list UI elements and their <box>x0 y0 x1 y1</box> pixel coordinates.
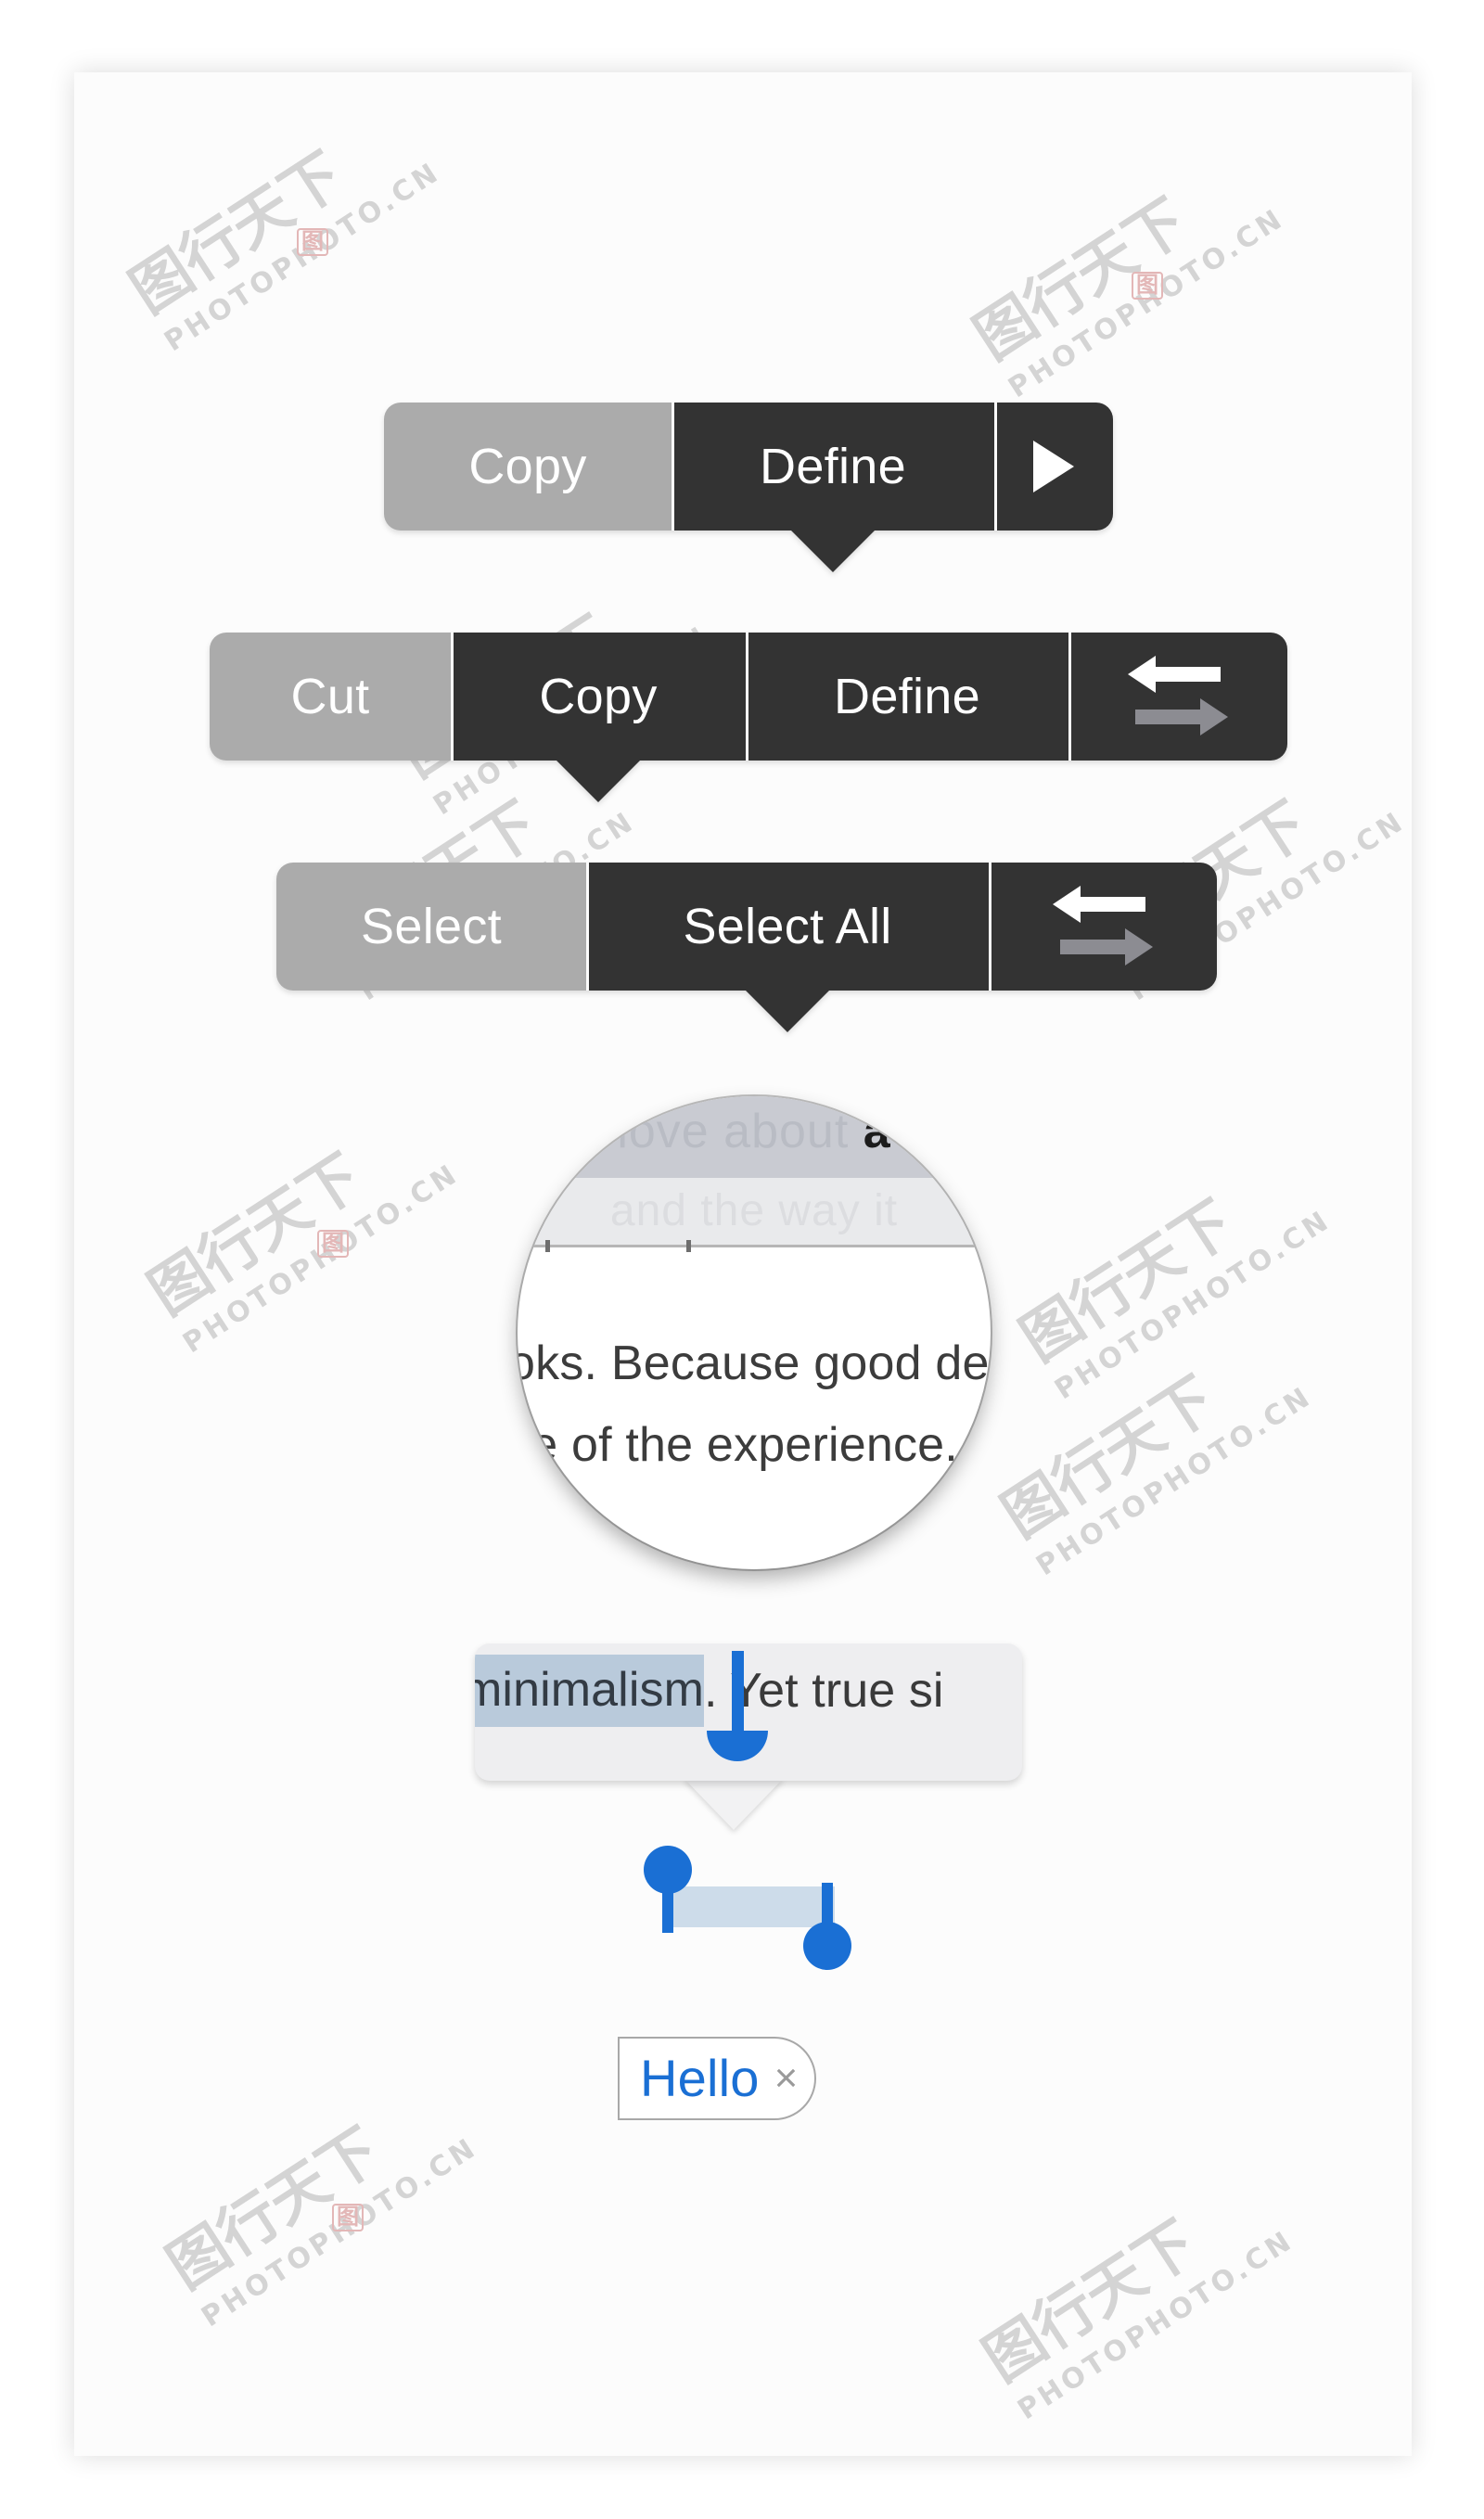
selection-band <box>668 1886 835 1927</box>
menu-item-paginate-arrows[interactable] <box>989 863 1217 991</box>
loupe-tick-left <box>545 1240 550 1252</box>
menu-item-label: Select <box>361 899 502 954</box>
menu-item-label: Copy <box>539 669 658 724</box>
selection-handle-left-knob[interactable] <box>644 1846 692 1894</box>
watermark-bottom-right: 图行天下 PHOTOPHOTO.CN <box>965 2151 1299 2426</box>
watermark-bottom-left: 图行天下 PHOTOPHOTO.CN <box>148 2058 483 2334</box>
menu-item-label: Copy <box>468 439 587 494</box>
menu-item-select-all[interactable]: Select All <box>586 863 989 1032</box>
watermark-top-right: 图行天下 PHOTOPHOTO.CN <box>955 129 1290 404</box>
watermark-stamp-3: 图 <box>317 1230 349 1258</box>
loupe-ghost-line-top: love about a <box>518 1104 991 1159</box>
triangle-right-icon <box>1033 441 1074 492</box>
watermark-cjk: 图行天下 <box>1009 1188 1247 1375</box>
watermark-cjk: 图行天下 <box>991 1364 1228 1552</box>
token-label: Hello <box>640 2049 760 2107</box>
loupe-tick-mid <box>686 1240 691 1252</box>
menu-item-label: Cut <box>290 669 370 724</box>
watermark-cjk: 图行天下 <box>137 1142 375 1329</box>
arrows-left-right-icon <box>1128 656 1228 735</box>
watermark-cjk: 图行天下 <box>156 2116 393 2303</box>
menu-item-label: Select All <box>683 899 892 954</box>
loupe-text-line-1: oks. Because good desig <box>518 1336 991 1390</box>
selection-bubble-text: minimalism. Yet true si <box>475 1655 944 1727</box>
context-menu-cut-copy-define[interactable]: Cut Copy Define <box>210 633 1287 802</box>
watermark-stamp-4: 图 <box>332 2204 364 2231</box>
menu-item-paginate-arrows[interactable] <box>1068 633 1287 761</box>
watermark-latin: PHOTOPHOTO.CN <box>159 155 447 359</box>
selection-handle-right-knob[interactable] <box>803 1922 851 1970</box>
menu-item-define[interactable]: Define <box>746 633 1068 761</box>
selected-text: minimalism <box>475 1655 704 1727</box>
watermark-top-left: 图行天下 PHOTOPHOTO.CN <box>111 83 446 358</box>
watermark-cjk: 图行天下 <box>119 140 356 327</box>
selection-bubble-tail <box>684 1778 784 1830</box>
menu-item-label: Define <box>834 669 980 724</box>
loupe-text-line-2: ce of the experience. <box>518 1418 958 1472</box>
text-token-pill[interactable]: Hello × <box>618 2037 817 2120</box>
watermark-latin: PHOTOPHOTO.CN <box>1012 2223 1300 2427</box>
menu-callout-tail <box>556 760 641 802</box>
watermark-latin: PHOTOPHOTO.CN <box>1003 201 1291 405</box>
menu-item-label: Define <box>760 439 906 494</box>
watermark-stamp-1: 图 <box>297 228 328 256</box>
loupe-ghost-dark: a <box>863 1105 891 1158</box>
loupe-ghost-faint: love about <box>617 1105 850 1158</box>
text-magnifier-loupe[interactable]: love about a and the way it oks. Because… <box>518 1096 991 1569</box>
watermark-cjk: 图行天下 <box>972 2208 1209 2396</box>
menu-item-copy[interactable]: Copy <box>384 403 672 531</box>
menu-item-more-arrow[interactable] <box>994 403 1113 531</box>
menu-callout-tail <box>790 530 876 572</box>
loupe-ghost-line-mid: and the way it <box>609 1186 899 1235</box>
watermark-stamp-2: 图 <box>1132 272 1163 300</box>
close-icon[interactable]: × <box>774 2058 799 2099</box>
watermark-cjk: 图行天下 <box>963 186 1200 374</box>
loupe-rule-line <box>518 1245 991 1247</box>
selection-handles-widget[interactable] <box>636 1846 859 1977</box>
menu-item-define[interactable]: Define <box>672 403 994 572</box>
watermark-lower-right: 图行天下 PHOTOPHOTO.CN <box>1002 1131 1337 1406</box>
watermark-latin: PHOTOPHOTO.CN <box>1049 1203 1337 1407</box>
text-selection-bubble[interactable]: minimalism. Yet true si <box>475 1643 1022 1781</box>
menu-item-copy[interactable]: Copy <box>451 633 746 802</box>
watermark-latin: PHOTOPHOTO.CN <box>177 1157 466 1361</box>
watermark-loupe-right: 图行天下 PHOTOPHOTO.CN <box>983 1307 1318 1582</box>
menu-item-select[interactable]: Select <box>276 863 586 991</box>
watermark-lower-left: 图行天下 PHOTOPHOTO.CN <box>130 1084 465 1360</box>
context-menu-copy-define[interactable]: Copy Define <box>384 403 1113 572</box>
watermark-latin: PHOTOPHOTO.CN <box>1030 1379 1319 1583</box>
menu-item-cut[interactable]: Cut <box>210 633 451 761</box>
menu-callout-tail <box>745 990 830 1032</box>
watermark-latin: PHOTOPHOTO.CN <box>196 2130 484 2334</box>
arrows-left-right-icon <box>1053 886 1153 965</box>
context-menu-select[interactable]: Select Select All <box>276 863 1217 1032</box>
